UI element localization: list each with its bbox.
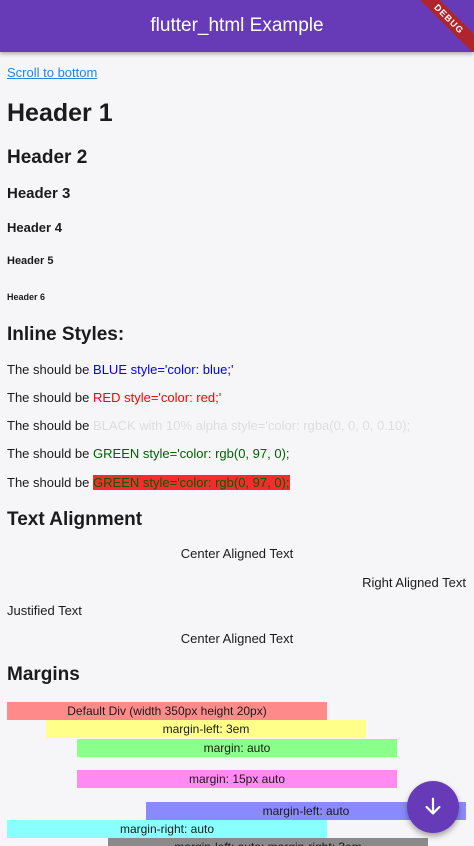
line-prefix: The should be: [7, 362, 90, 377]
debug-banner: DEBUG: [405, 0, 474, 52]
inline-styles-heading: Inline Styles:: [7, 324, 125, 345]
margin-left-right-auto-div: margin-left: auto; margin-right: 3em: [108, 838, 428, 846]
margin-left-3em-div: margin-left: 3em: [46, 720, 366, 738]
header-6: Header 6: [7, 292, 46, 302]
arrow-down-icon: [425, 797, 441, 815]
header-3: Header 3: [7, 185, 71, 202]
inline-green-line: The should be GREEN style='color: rgb(0,…: [7, 446, 290, 461]
justified-text: Justified Text: [7, 603, 82, 618]
inline-red-line: The should be RED style='color: red;': [7, 390, 221, 405]
inline-green-bg-line: The should be GREEN style='color: rgb(0,…: [7, 475, 290, 490]
header-4: Header 4: [7, 220, 62, 235]
green-bg-text: GREEN style='color: rgb(0, 97, 0);: [93, 475, 290, 490]
margins-heading: Margins: [7, 664, 80, 685]
default-div: Default Div (width 350px height 20px): [7, 702, 327, 720]
center-aligned-text: Center Aligned Text: [180, 546, 294, 561]
red-text: RED style='color: red;': [93, 390, 222, 405]
header-2: Header 2: [7, 147, 88, 168]
line-prefix: The should be: [7, 446, 90, 461]
right-aligned-text: Right Aligned Text: [362, 575, 466, 590]
header-1: Header 1: [7, 99, 113, 127]
scroll-to-bottom-link[interactable]: Scroll to bottom: [7, 65, 97, 80]
blue-text: BLUE style='color: blue;': [93, 362, 234, 377]
html-content[interactable]: Scroll to bottom Header 1 Header 2 Heade…: [0, 52, 474, 846]
text-alignment-heading: Text Alignment: [7, 509, 143, 530]
line-prefix: The should be: [7, 418, 90, 433]
scroll-down-fab[interactable]: [407, 781, 459, 833]
margin-right-auto-div: margin-right: auto: [7, 820, 327, 838]
alpha-text: BLACK with 10% alpha style='color: rgba(…: [93, 418, 411, 433]
margin-auto-div: margin: auto: [77, 739, 397, 757]
green-text: GREEN style='color: rgb(0, 97, 0);: [93, 446, 290, 461]
center-aligned-text-2: Center Aligned Text: [180, 631, 294, 646]
header-5: Header 5: [7, 255, 54, 267]
inline-alpha-line: The should be BLACK with 10% alpha style…: [7, 418, 410, 433]
line-prefix: The should be: [7, 475, 90, 490]
margin-15px-auto-div: margin: 15px auto: [77, 770, 397, 788]
app-bar-title: flutter_html Example: [150, 15, 324, 36]
line-prefix: The should be: [7, 390, 90, 405]
app-bar: flutter_html Example DEBUG: [0, 0, 474, 52]
inline-blue-line: The should be BLUE style='color: blue;': [7, 362, 233, 377]
